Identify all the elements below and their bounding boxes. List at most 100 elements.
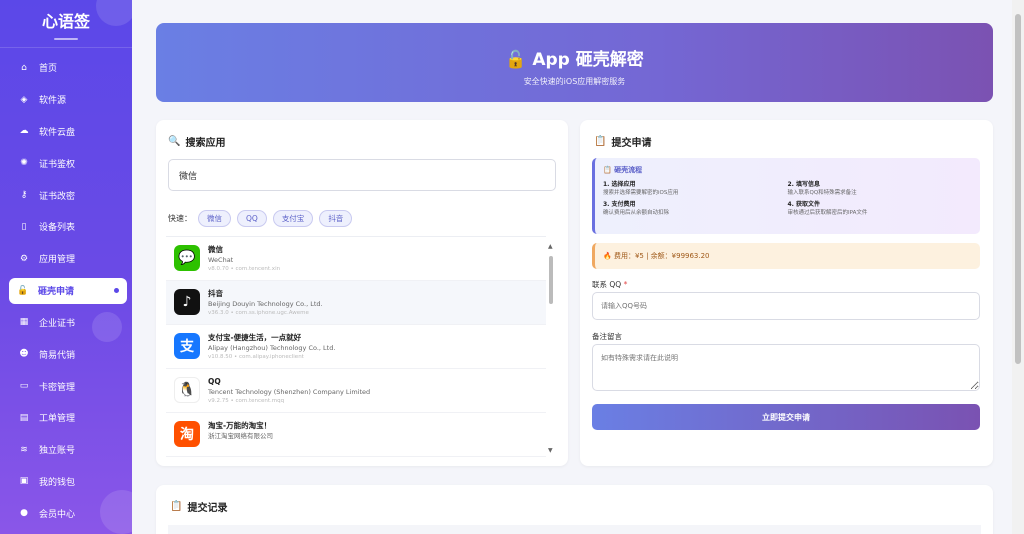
sidebar-item-label: 卡密管理 — [39, 382, 76, 393]
sidebar-item-1[interactable]: ◈ 软件源 — [0, 84, 132, 116]
search-card: 🔍 搜索应用 快速： 微信 QQ 支付宝 抖音 💬 微信 WeChat v8.0.70… — [156, 120, 568, 466]
app-developer: WeChat — [208, 256, 234, 264]
sidebar-item-label: 证书改密 — [39, 191, 76, 202]
scroll-down-icon[interactable]: ▼ — [548, 448, 554, 454]
app-logo-text: 心语签 — [41, 11, 90, 31]
step-title: 3. 支付费用 — [603, 201, 636, 208]
app-result-list: 💬 微信 WeChat v8.0.70 • com.tencent.xin ♪ 抖音 Bei… — [166, 236, 546, 460]
sidebar-item-3[interactable]: ✺ 证书鉴权 — [0, 147, 132, 179]
quick-chip-alipay[interactable]: 支付宝 — [272, 210, 314, 227]
sidebar-item-7[interactable]: 🔓 砸壳申请 — [9, 277, 127, 304]
quick-chip-douyin[interactable]: 抖音 — [319, 210, 353, 227]
layers-icon: ≋ — [20, 444, 28, 455]
app-logo: 心语签 — [0, 0, 132, 48]
app-icon: 支 — [174, 333, 200, 359]
fee-notice: 🔥 费用：¥5 | 余额：¥99963.20 — [592, 243, 980, 269]
search-input[interactable] — [168, 159, 556, 191]
app-list-item[interactable]: 🐧 QQ Tencent Technology (Shenzhen) Company… — [166, 369, 546, 413]
process-step: 4. 获取文件审核通过后获取解密后的IPA文件 — [788, 201, 973, 217]
quick-chip-wechat[interactable]: 微信 — [198, 210, 231, 227]
app-version: v36.3.0 • com.ss.iphone.ugc.Aweme — [208, 310, 309, 316]
sidebar-item-8[interactable]: ▦ 企业证书 — [0, 307, 132, 339]
app-version: v8.0.70 • com.tencent.xin — [208, 266, 281, 272]
app-version: v9.2.75 • com.tencent.mqq — [208, 398, 285, 404]
page-scrollbar[interactable] — [1012, 0, 1024, 534]
phone-icon: ▯ — [21, 221, 27, 232]
sidebar-item-4[interactable]: ⚷ 证书改密 — [0, 179, 132, 211]
quick-chip-qq[interactable]: QQ — [237, 210, 267, 227]
records-card-title: 📋 提交记录 — [170, 499, 227, 514]
sidebar-item-11[interactable]: ▤ 工单管理 — [0, 402, 132, 434]
process-panel: 📋 砸壳流程 1. 选择应用 搜索并选择需要解密的iOS应用 2. 填写信息 输入联系… — [592, 158, 980, 234]
apps-icon: ⚙ — [19, 253, 29, 264]
sidebar-item-10[interactable]: ▭ 卡密管理 — [0, 370, 132, 402]
sidebar-item-12[interactable]: ≋ 独立账号 — [0, 434, 132, 466]
app-list-item[interactable]: ♪ 抖音 Beijing Douyin Technology Co., Ltd. v3… — [166, 281, 546, 325]
qq-label-text: 联系 QQ — [592, 280, 622, 289]
sidebar-item-label: 简易代销 — [39, 350, 76, 361]
qq-label: 联系 QQ * — [592, 279, 627, 290]
card-icon: ▭ — [19, 381, 29, 392]
app-list-item[interactable]: 💬 微信 WeChat v8.0.70 • com.tencent.xin — [166, 237, 546, 281]
quick-search: 快速： 微信 QQ 支付宝 抖音 — [168, 210, 353, 227]
users-icon: ☻ — [19, 349, 29, 360]
submit-button[interactable]: 立即提交申请 — [592, 404, 980, 430]
home-icon: ⌂ — [21, 62, 27, 73]
cloud-icon: ☁ — [19, 126, 29, 137]
process-title-text: 砸壳流程 — [614, 166, 643, 174]
user-icon: ● — [20, 508, 28, 519]
logo-underline — [54, 37, 78, 40]
app-list-item[interactable]: 淘淘宝-万能的淘宝！ 浙江淘宝网络有限公司 — [166, 413, 546, 457]
list-scrollbar[interactable]: ▲ ▼ — [548, 244, 554, 454]
certificate-icon: ✺ — [20, 158, 28, 169]
list-scroll-thumb[interactable] — [549, 256, 553, 304]
sidebar-item-13[interactable]: ▣ 我的钱包 — [0, 466, 132, 498]
note-label: 备注留言 — [592, 332, 622, 341]
sidebar-item-label: 设备列表 — [39, 223, 76, 234]
ticket-icon: ▤ — [19, 412, 29, 423]
sidebar-item-label: 企业证书 — [39, 318, 76, 329]
records-icon: 📋 — [170, 501, 183, 512]
sidebar-item-0[interactable]: ⌂ 首页 — [0, 52, 132, 84]
records-table-header — [168, 525, 981, 534]
app-developer: Tencent Technology (Shenzhen) Company Li… — [208, 388, 371, 396]
process-step: 2. 填写信息 输入联系QQ和特殊需求备注 — [788, 181, 973, 197]
sidebar-item-6[interactable]: ⚙ 应用管理 — [0, 243, 132, 275]
app-developer: Alipay (Hangzhou) Technology Co., Ltd. — [208, 344, 336, 352]
sidebar-item-5[interactable]: ▯ 设备列表 — [0, 211, 132, 243]
app-developer: 浙江淘宝网络有限公司 — [208, 432, 273, 440]
app-version: v10.8.50 • com.alipay.iphoneclient — [208, 354, 304, 360]
submit-card: 📋 提交申请 📋 砸壳流程 1. 选择应用 搜索并选择需要解密的iOS应用 2. 填… — [580, 120, 993, 466]
sidebar-item-2[interactable]: ☁ 软件云盘 — [0, 116, 132, 148]
sidebar-item-label: 独立账号 — [39, 446, 76, 457]
app-name: 抖音 — [208, 289, 223, 298]
note-textarea[interactable] — [592, 344, 980, 391]
step-desc: 确认费用后从余额自动扣除 — [603, 210, 670, 216]
sidebar-item-14[interactable]: ● 会员中心 — [0, 497, 132, 529]
records-title-text: 提交记录 — [187, 503, 228, 514]
sidebar-item-label: 我的钱包 — [39, 477, 76, 488]
unlock-icon: 🔓 — [17, 285, 29, 296]
active-dot — [114, 288, 119, 294]
process-title: 📋 砸壳流程 — [603, 166, 643, 174]
step-desc: 搜索并选择需要解密的iOS应用 — [603, 190, 679, 196]
qq-input[interactable] — [592, 292, 980, 320]
page-scroll-thumb[interactable] — [1015, 14, 1021, 364]
sidebar-item-label: 工单管理 — [39, 414, 76, 425]
scroll-up-icon[interactable]: ▲ — [548, 244, 554, 250]
step-title: 4. 获取文件 — [787, 201, 821, 208]
step-desc: 审核通过后获取解密后的IPA文件 — [787, 210, 868, 216]
sidebar: 心语签 ⌂ 首页 ◈ 软件源 ☁ 软件云盘 ✺ 证书鉴权 ⚷ 证书改密 ▯ 设备列表 ⚙ 应用管理 🔓 砸壳申… — [0, 0, 132, 534]
app-list-item[interactable]: 支支付宝-便捷生活，一点就好 Alipay (Hangzhou) Technolo… — [166, 325, 546, 369]
hero-banner: 🔓 App 砸壳解密 安全快速的iOS应用解密服务 — [156, 23, 993, 102]
sidebar-item-label: 砸壳申请 — [38, 287, 75, 298]
app-name: QQ — [208, 377, 221, 386]
app-icon: 淘 — [174, 421, 200, 447]
process-step: 3. 支付费用确认费用后从余额自动扣除 — [603, 201, 788, 217]
process-steps: 1. 选择应用 搜索并选择需要解密的iOS应用 2. 填写信息 输入联系QQ和特殊需求… — [603, 181, 972, 217]
box-icon: ◈ — [20, 94, 28, 105]
search-card-title: 🔍 搜索应用 — [168, 134, 225, 149]
sidebar-item-label: 会员中心 — [39, 509, 76, 520]
sidebar-item-9[interactable]: ☻ 简易代销 — [0, 338, 132, 370]
sidebar-item-label: 软件云盘 — [39, 127, 76, 138]
